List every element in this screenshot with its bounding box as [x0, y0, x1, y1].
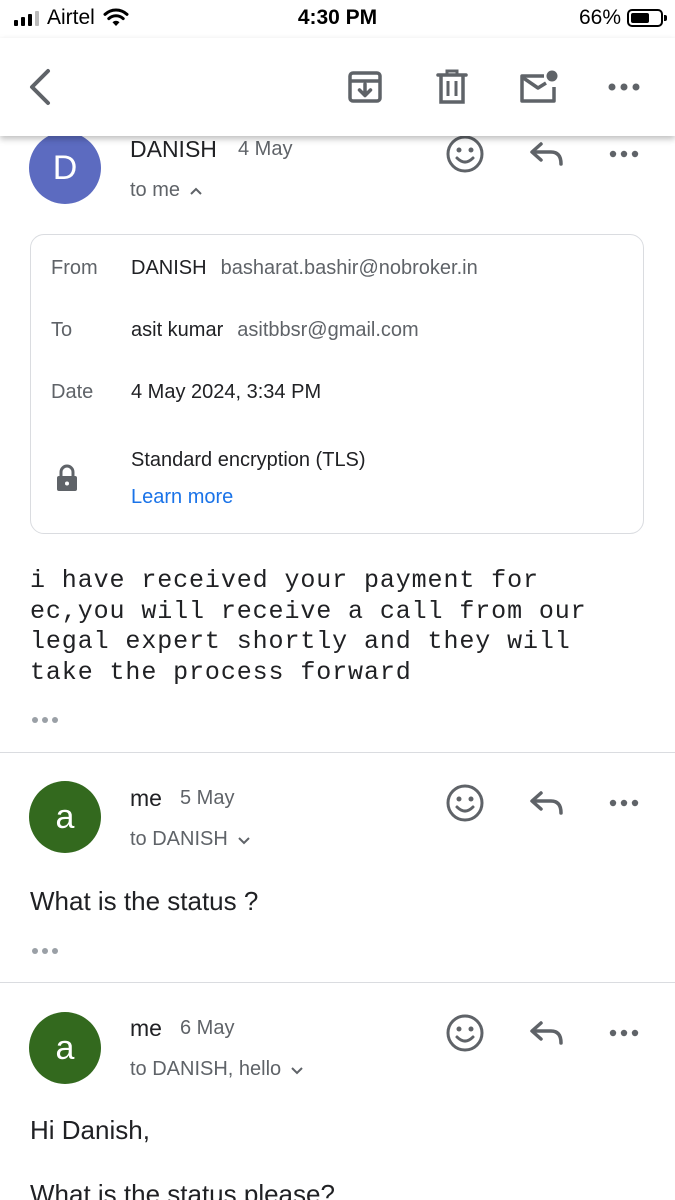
chevron-down-icon — [238, 836, 250, 844]
message-more-button[interactable] — [602, 781, 646, 825]
message-body-line-2: What is the status please? — [30, 1179, 335, 1200]
sender-name: me — [130, 1015, 162, 1041]
message-details-card: From DANISH basharat.bashir@nobroker.in T… — [30, 234, 644, 534]
body-line: ec,you will receive a call from our — [30, 596, 587, 626]
to-email[interactable]: asitbbsr@gmail.com — [237, 319, 418, 341]
smiley-icon — [446, 784, 484, 822]
from-name: DANISH — [131, 257, 207, 279]
recipients-label: to DANISH, hello — [130, 1058, 282, 1080]
recipients-label: to DANISH — [130, 828, 228, 850]
message-body: i have received your payment for ec,you … — [30, 566, 660, 688]
back-button[interactable] — [14, 60, 68, 114]
reply-icon — [530, 142, 563, 166]
body-line: take the process forward — [30, 657, 412, 687]
recipients-toggle[interactable]: to DANISH, hello — [130, 1058, 305, 1081]
encryption-text: Standard encryption (TLS) — [131, 449, 366, 471]
learn-more-link[interactable]: Learn more — [131, 486, 233, 509]
archive-button[interactable] — [338, 60, 392, 114]
from-email[interactable]: basharat.bashir@nobroker.in — [221, 257, 478, 279]
more-horizontal-icon — [609, 150, 639, 158]
reply-button[interactable] — [524, 136, 568, 176]
show-trimmed-content-button[interactable] — [32, 717, 58, 723]
recipients-toggle[interactable]: to me — [130, 179, 204, 202]
sender-name: me — [130, 785, 162, 811]
status-right: 66% — [578, 6, 667, 30]
date-value: 4 May 2024, 3:34 PM — [131, 381, 322, 403]
recipients-toggle[interactable]: to DANISH — [130, 828, 252, 851]
battery-icon — [627, 9, 667, 27]
more-horizontal-icon — [609, 1029, 639, 1037]
to-value: asit kumar asitbbsr@gmail.com — [131, 319, 419, 342]
reply-icon — [530, 1021, 563, 1045]
avatar[interactable]: a — [29, 1012, 101, 1084]
reply-button[interactable] — [524, 781, 568, 825]
smiley-icon — [446, 1014, 484, 1052]
from-label: From — [51, 257, 98, 279]
avatar[interactable]: D — [29, 136, 101, 204]
message-date: 4 May — [238, 138, 293, 160]
date-label: Date — [51, 381, 94, 403]
message-danish: D DANISH 4 May to me From DANISH bashara… — [0, 136, 675, 752]
message-me-5-may: a me 5 May to DANISH What is the status … — [0, 753, 675, 982]
reply-button[interactable] — [524, 1011, 568, 1055]
to-label: To — [51, 319, 73, 341]
chevron-down-icon — [291, 1066, 303, 1074]
reply-icon — [530, 791, 563, 815]
chevron-up-icon — [190, 187, 202, 195]
status-time: 4:30 PM — [297, 6, 378, 29]
email-thread: D DANISH 4 May to me From DANISH bashara… — [0, 136, 675, 1200]
more-horizontal-icon — [608, 83, 640, 91]
battery-percent: 66% — [578, 6, 621, 29]
message-me-6-may: a me 6 May to DANISH, hello Hi Danish, W… — [0, 983, 675, 1200]
message-body: What is the status ? — [30, 886, 259, 916]
emoji-reaction-button[interactable] — [443, 136, 487, 176]
mail-unread-icon — [520, 70, 558, 103]
message-date: 5 May — [180, 787, 235, 809]
message-body: Hi Danish, — [30, 1115, 150, 1145]
show-trimmed-content-button[interactable] — [32, 948, 58, 954]
more-horizontal-icon — [609, 799, 639, 807]
lock-icon — [57, 464, 77, 491]
sender-name: DANISH — [130, 136, 217, 162]
body-line: i have received your payment for — [30, 566, 539, 595]
battery-fill — [631, 13, 649, 23]
message-more-button[interactable] — [602, 1011, 646, 1055]
emoji-reaction-button[interactable] — [443, 781, 487, 825]
from-value: DANISH basharat.bashir@nobroker.in — [131, 257, 478, 280]
mark-unread-button[interactable] — [511, 60, 565, 114]
email-toolbar — [0, 38, 675, 136]
chevron-left-icon — [30, 69, 50, 105]
message-more-button[interactable] — [602, 136, 646, 176]
status-bar: Airtel 4:30 PM 66% — [0, 0, 675, 38]
delete-button[interactable] — [425, 60, 479, 114]
archive-icon — [348, 71, 382, 103]
trash-icon — [436, 69, 468, 104]
to-name: asit kumar — [131, 319, 224, 341]
smiley-icon — [446, 136, 484, 173]
more-options-button[interactable] — [597, 60, 651, 114]
avatar[interactable]: a — [29, 781, 101, 853]
message-date: 6 May — [180, 1017, 235, 1039]
recipients-label: to me — [130, 179, 181, 201]
emoji-reaction-button[interactable] — [443, 1011, 487, 1055]
body-line: legal expert shortly and they will — [30, 627, 571, 656]
